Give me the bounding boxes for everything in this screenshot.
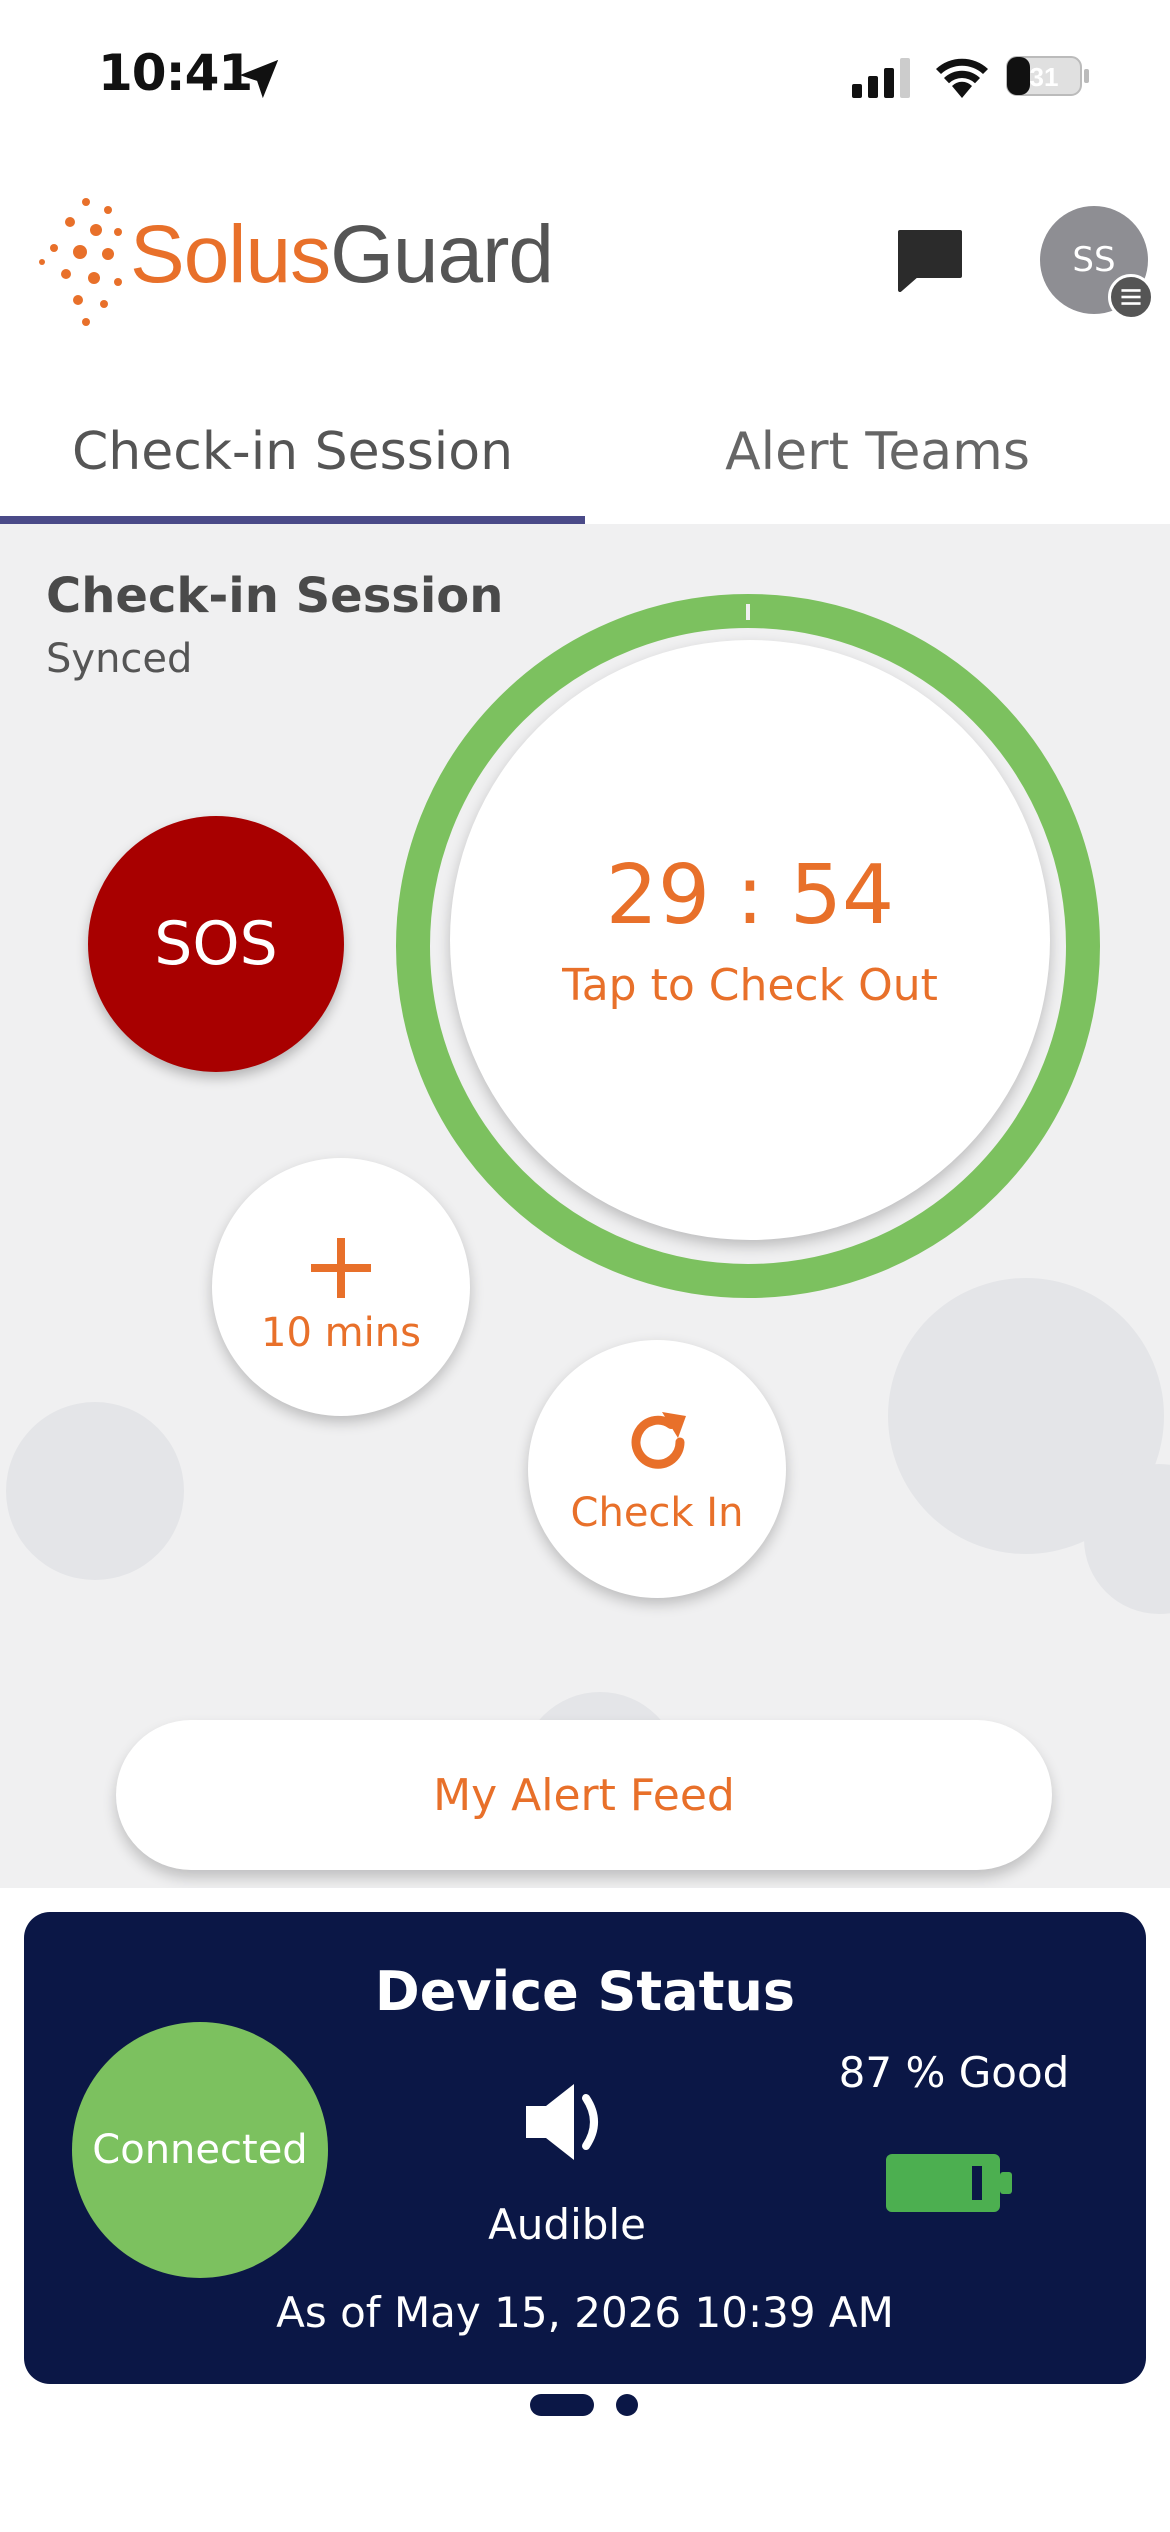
plus-icon <box>311 1238 371 1298</box>
connection-status: Connected <box>72 2022 328 2278</box>
tab-alert-teams[interactable]: Alert Teams <box>585 380 1170 524</box>
device-status-card[interactable]: Device Status Connected Audible 87 % Goo… <box>24 1912 1146 2384</box>
battery-full-icon <box>886 2154 1012 2212</box>
check-in-panel: Check-in Session Synced 29 : 54 Tap to C… <box>0 524 1170 1888</box>
add-time-label: 10 mins <box>261 1310 421 1356</box>
check-out-button[interactable]: 29 : 54 Tap to Check Out <box>450 640 1050 1240</box>
wifi-icon <box>936 58 988 98</box>
device-status-title: Device Status <box>374 1960 796 2023</box>
active-tab-indicator <box>0 516 585 524</box>
sos-button[interactable]: SOS <box>88 816 344 1072</box>
status-time: 10:41 <box>98 44 253 102</box>
sync-status: Synced <box>46 636 193 682</box>
sound-status: Audible <box>488 2200 646 2249</box>
tab-check-in-session[interactable]: Check-in Session <box>0 380 585 524</box>
check-in-button[interactable]: Check In <box>528 1340 786 1598</box>
refresh-icon <box>631 1412 686 1469</box>
add-time-button[interactable]: 10 mins <box>212 1158 470 1416</box>
logo-wordmark: SolusGuard <box>130 209 554 300</box>
location-arrow-icon <box>239 59 279 99</box>
page-indicator-active[interactable] <box>530 2394 594 2416</box>
countdown-timer: 29 : 54 <box>605 848 895 943</box>
battery-icon: 31 <box>1006 56 1089 96</box>
check-out-label: Tap to Check Out <box>562 960 938 1011</box>
chat-icon[interactable] <box>896 228 964 292</box>
alert-feed-button[interactable]: My Alert Feed <box>116 1720 1052 1870</box>
cellular-signal-icon <box>852 58 910 98</box>
speaker-icon <box>526 2084 598 2160</box>
page-indicator[interactable] <box>616 2394 638 2416</box>
status-bar: 10:41 31 <box>0 0 1170 150</box>
status-timestamp: As of May 15, 2026 10:39 AM <box>276 2288 894 2337</box>
background-bubble <box>6 1402 184 1580</box>
logo-mark-icon <box>39 198 122 326</box>
tab-bar: Check-in Session Alert Teams <box>0 380 1170 524</box>
battery-level: 31 <box>1030 62 1059 92</box>
check-in-label: Check In <box>570 1490 744 1536</box>
app-logo: SolusGuard <box>38 190 618 330</box>
battery-status: 87 % Good <box>838 2048 1070 2097</box>
menu-icon[interactable] <box>1108 274 1154 320</box>
